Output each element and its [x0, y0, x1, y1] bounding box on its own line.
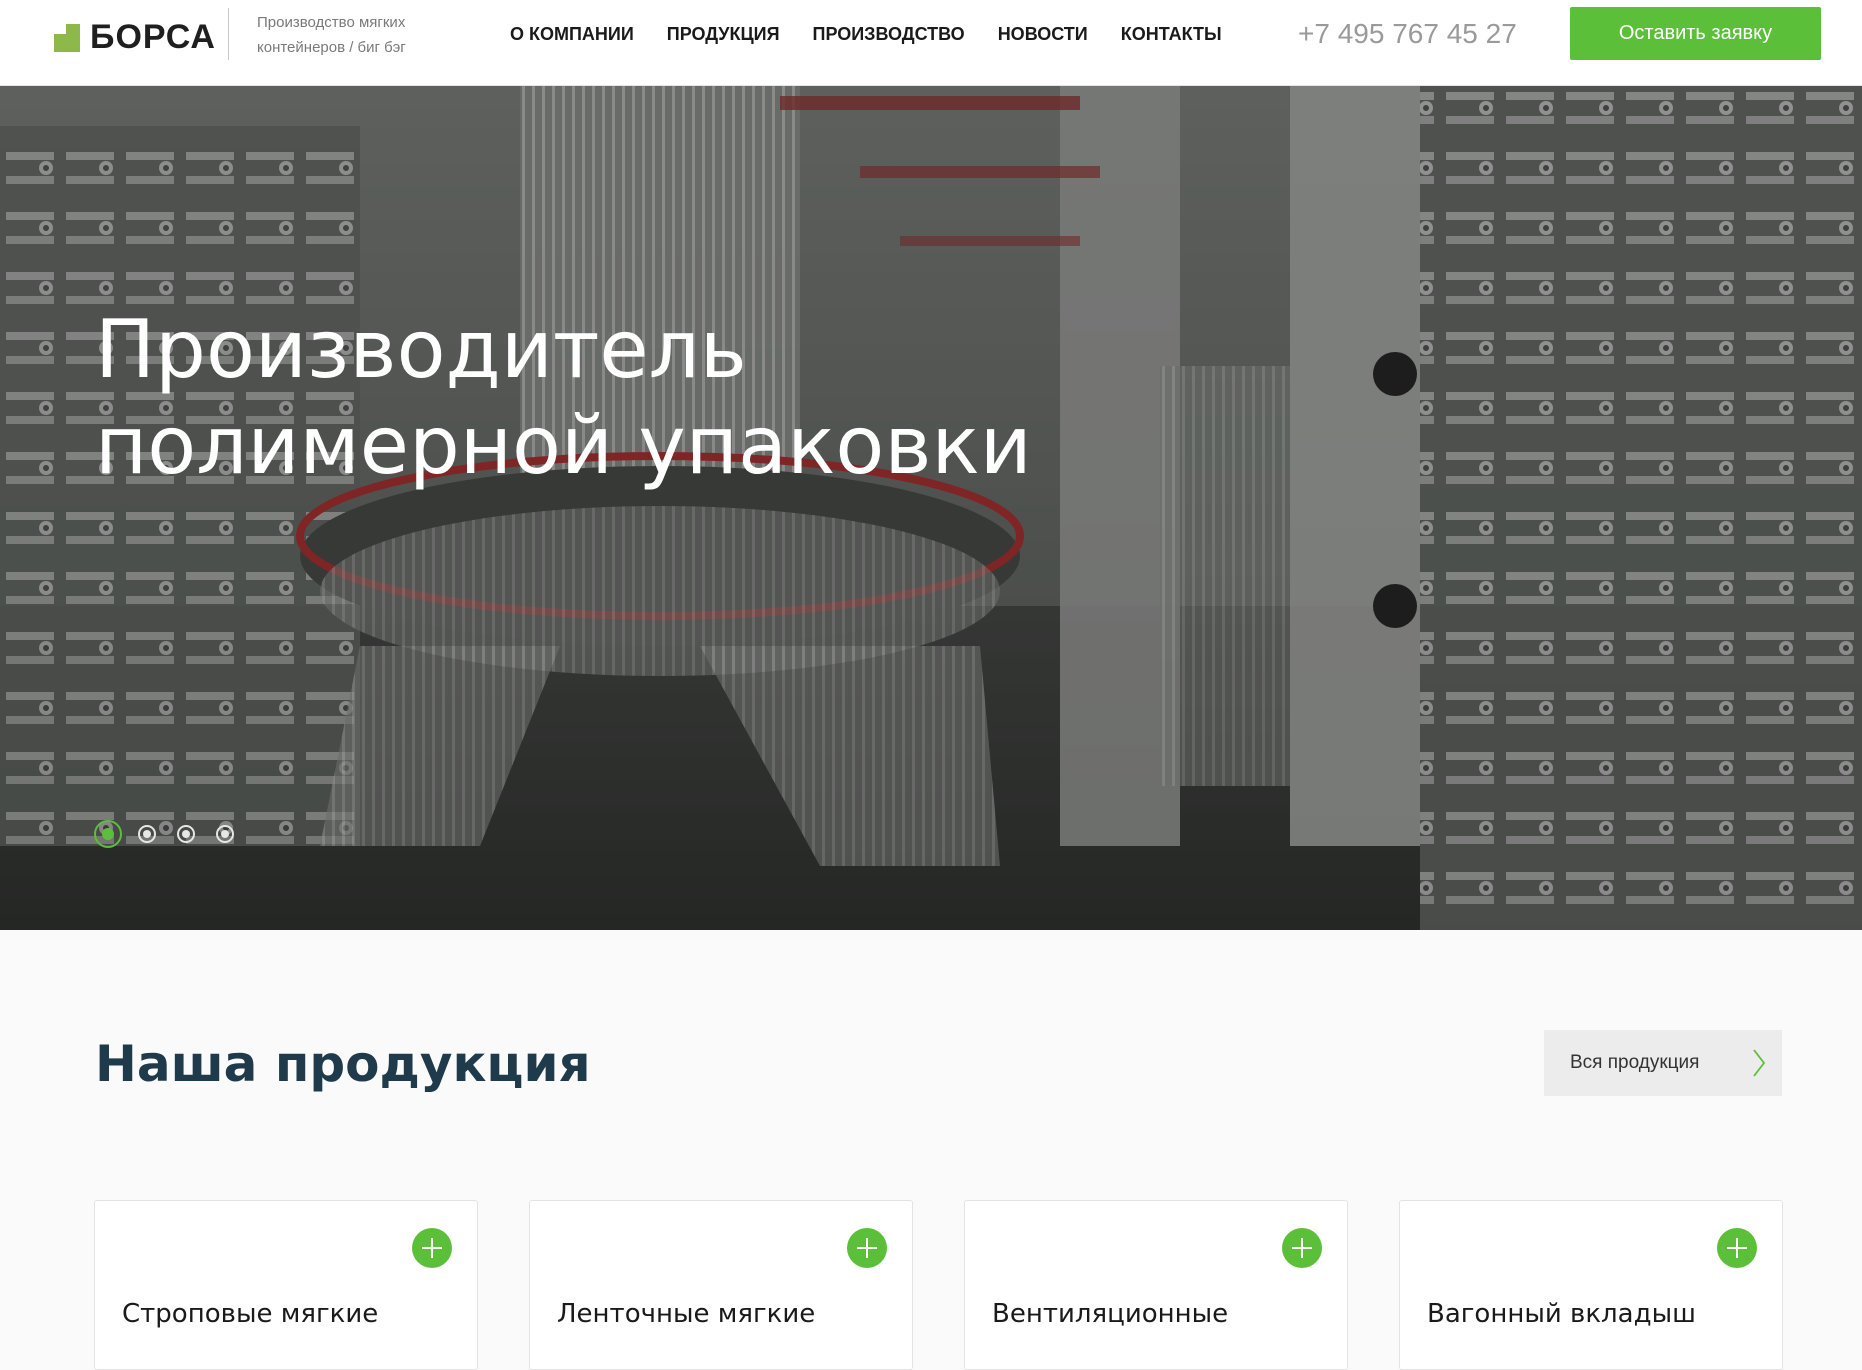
slider-dot-1[interactable]: [94, 820, 122, 848]
product-card-title: Вагонный вкладыш: [1427, 1299, 1696, 1329]
plus-icon[interactable]: [847, 1228, 887, 1268]
products-section-title: Наша продукция: [95, 1035, 591, 1093]
product-card-title: Ленточные мягкие: [557, 1299, 816, 1329]
phone-link[interactable]: +7 495 767 45 27: [1298, 16, 1517, 52]
tagline-line-2: контейнеров / биг бэг: [257, 39, 406, 56]
product-card[interactable]: Строповые мягкие: [94, 1200, 478, 1370]
all-products-label: Вся продукция: [1570, 1052, 1700, 1073]
tagline: Производство мягких контейнеров / биг бэ…: [257, 10, 457, 60]
chevron-right-icon: [1753, 1049, 1766, 1077]
slider-dot-4[interactable]: [216, 825, 234, 843]
slider-pagination: [94, 820, 255, 848]
slider-dot-2[interactable]: [138, 825, 156, 843]
nav-item-products[interactable]: ПРОДУКЦИЯ: [667, 22, 780, 46]
plus-icon[interactable]: [1717, 1228, 1757, 1268]
product-card[interactable]: Ленточные мягкие: [529, 1200, 913, 1370]
plus-icon[interactable]: [1282, 1228, 1322, 1268]
logo[interactable]: БОРСА: [54, 18, 216, 57]
nav-item-about[interactable]: О КОМПАНИИ: [510, 22, 634, 46]
request-button[interactable]: Оставить заявку: [1570, 7, 1821, 60]
nav-item-news[interactable]: НОВОСТИ: [998, 22, 1088, 46]
product-card-title: Строповые мягкие: [122, 1299, 379, 1329]
hero-title-line-1: Производитель: [95, 303, 747, 396]
all-products-button[interactable]: Вся продукция: [1544, 1030, 1782, 1096]
product-card[interactable]: Вагонный вкладыш: [1399, 1200, 1783, 1370]
hero-title: Производитель полимерной упаковки: [95, 302, 1195, 494]
hero-title-line-2: полимерной упаковки: [95, 399, 1032, 492]
nav-item-production[interactable]: ПРОИЗВОДСТВО: [813, 22, 965, 46]
logo-divider: [228, 8, 229, 60]
main-nav: О КОМПАНИИ ПРОДУКЦИЯ ПРОИЗВОДСТВО НОВОСТ…: [510, 22, 1255, 46]
site-header: БОРСА Производство мягких контейнеров / …: [0, 0, 1862, 86]
hero-overlay: [0, 86, 1862, 930]
product-card[interactable]: Вентиляционные: [964, 1200, 1348, 1370]
logo-mark-icon: [54, 23, 80, 52]
slider-dot-3[interactable]: [177, 825, 195, 843]
nav-item-contacts[interactable]: КОНТАКТЫ: [1121, 22, 1222, 46]
tagline-line-1: Производство мягких: [257, 14, 406, 31]
logo-text: БОРСА: [90, 18, 216, 56]
product-card-title: Вентиляционные: [992, 1299, 1229, 1329]
hero-slider: Производитель полимерной упаковки: [0, 86, 1862, 930]
plus-icon[interactable]: [412, 1228, 452, 1268]
